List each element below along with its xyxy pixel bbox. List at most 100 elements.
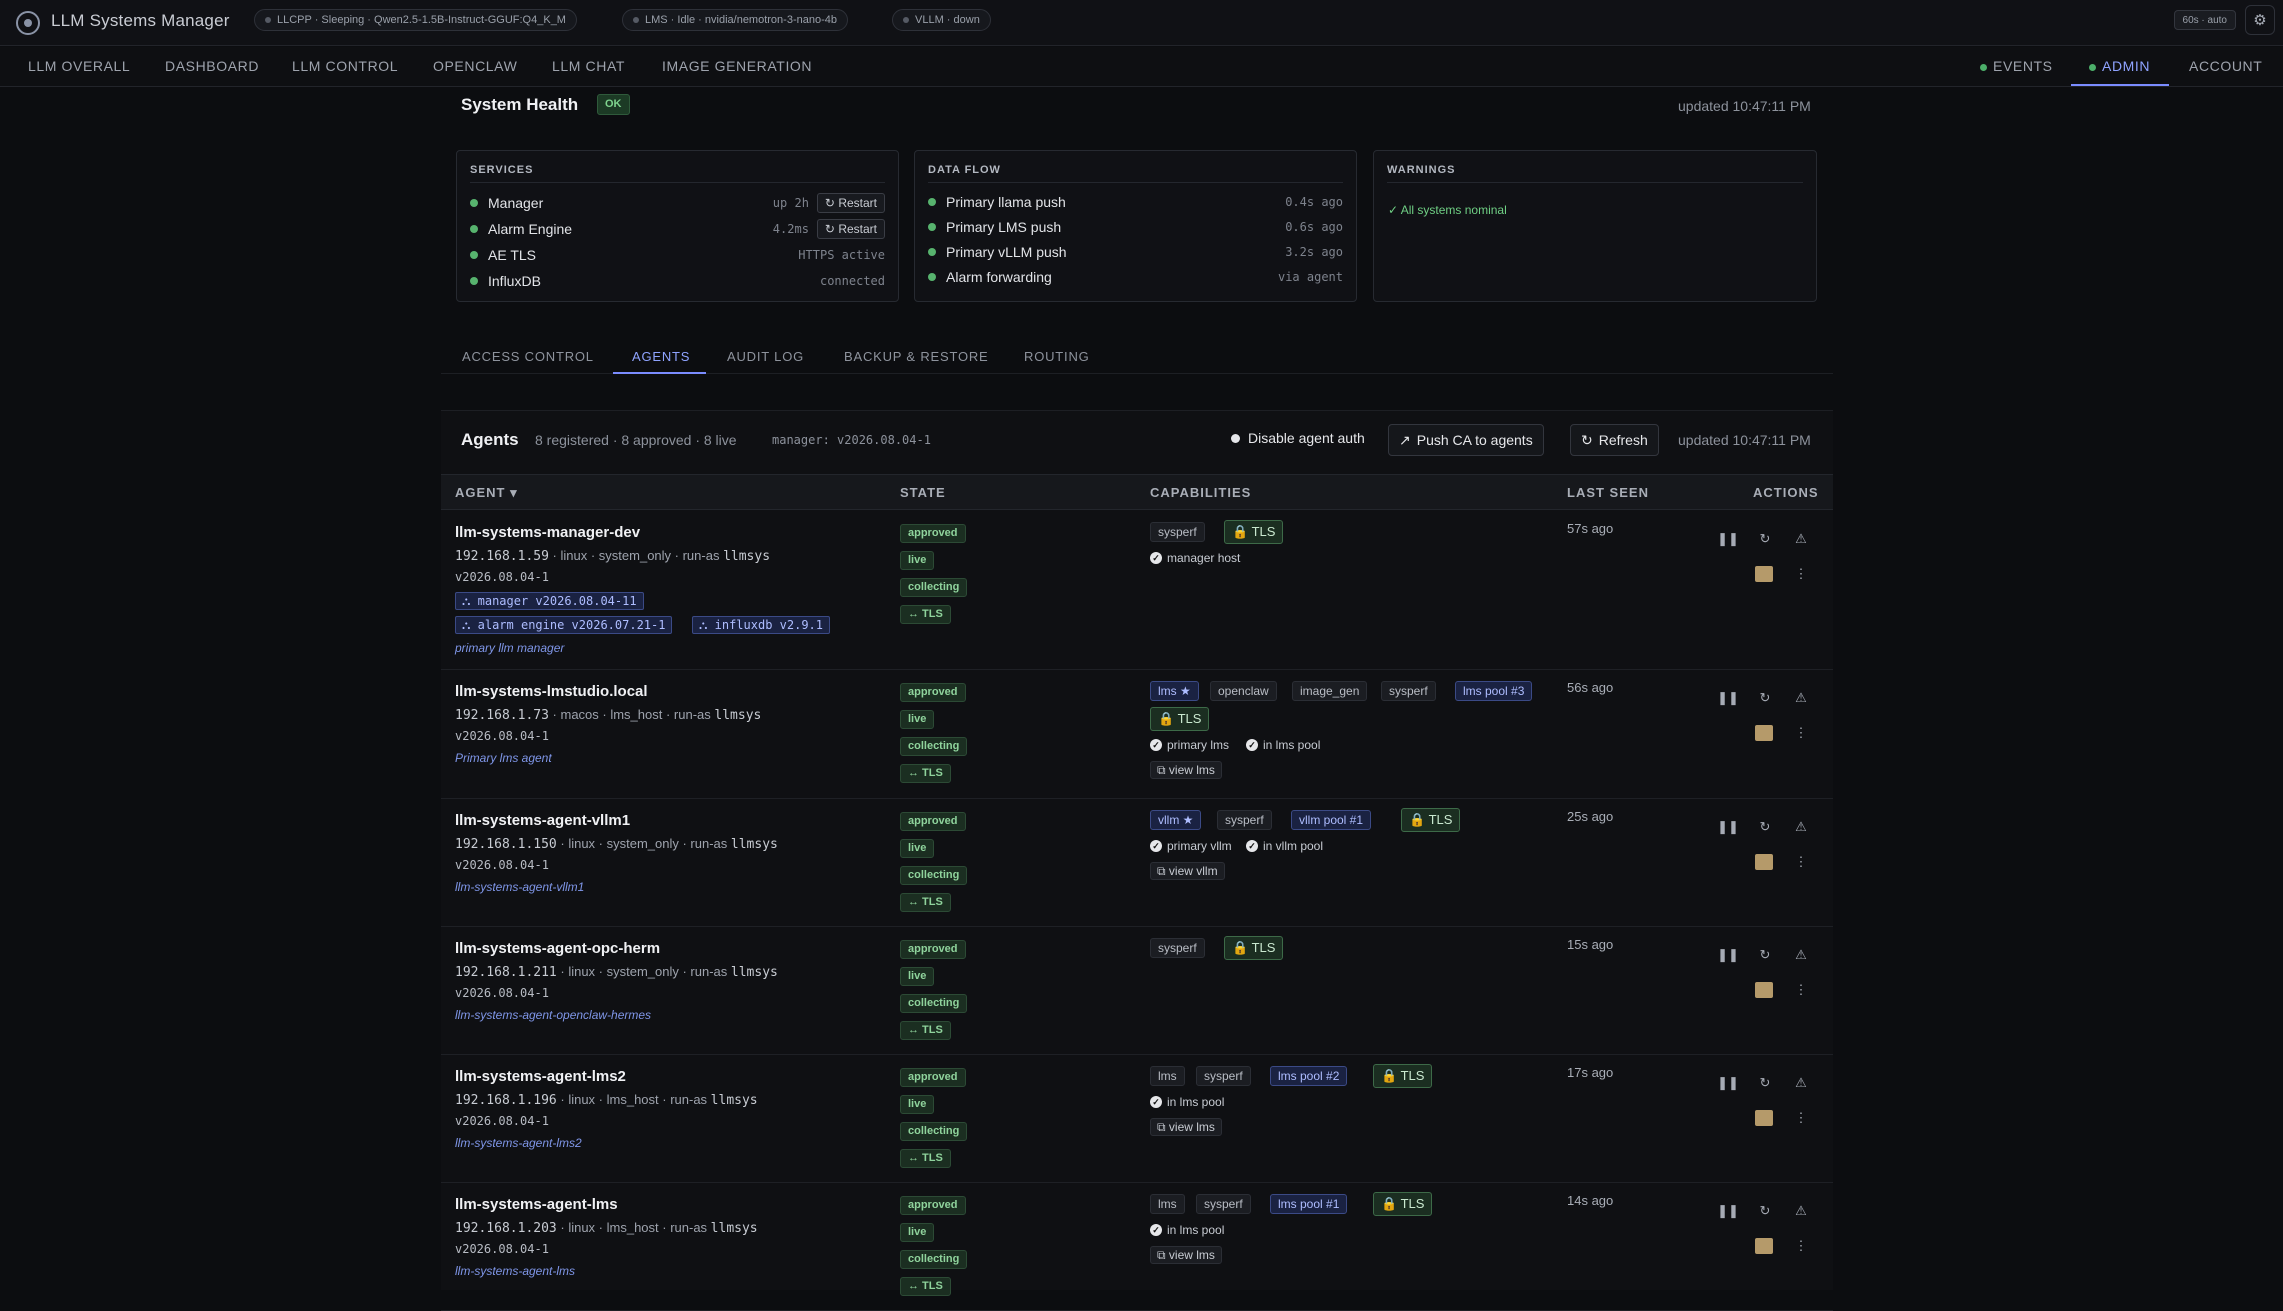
- check-circle-icon: ✓: [1150, 1224, 1162, 1236]
- agent-row[interactable]: llm-systems-agent-lms2 192.168.1.196 · li…: [441, 1055, 1833, 1183]
- flow-value: via agent: [1277, 270, 1343, 284]
- agent-ip: 192.168.1.211: [455, 965, 557, 980]
- more-vertical-icon[interactable]: ⋮: [1790, 979, 1812, 1001]
- agent-ip: 192.168.1.73: [455, 708, 549, 723]
- restart-alarm-engine-button[interactable]: ↻ Restart: [816, 219, 885, 239]
- agent-run-as: llmsys: [714, 708, 762, 723]
- refresh-icon[interactable]: ↻: [1754, 1072, 1776, 1094]
- agent-name[interactable]: llm-systems-agent-opc-herm: [455, 940, 660, 957]
- capability-flag-label: in lms pool: [1167, 1095, 1225, 1109]
- agent-row[interactable]: llm-systems-agent-opc-herm 192.168.1.211 …: [441, 927, 1833, 1055]
- certificate-icon[interactable]: [1755, 854, 1773, 870]
- refresh-icon[interactable]: ↻: [1754, 528, 1776, 550]
- pause-icon[interactable]: ❚❚: [1717, 1072, 1739, 1094]
- warning-icon[interactable]: ⚠: [1790, 1072, 1812, 1094]
- status-dot-icon: [903, 17, 909, 23]
- vllm-status-pill[interactable]: VLLM · down: [892, 9, 991, 31]
- agent-os: linux: [568, 964, 596, 979]
- component-badge: ⛬ alarm engine v2026.07.21-1: [455, 616, 673, 634]
- status-dot-icon: [928, 223, 936, 231]
- pause-icon[interactable]: ❚❚: [1717, 816, 1739, 838]
- settings-gear-icon[interactable]: ⚙: [2245, 5, 2275, 35]
- view-capability-button[interactable]: ⧉ view lms: [1150, 761, 1222, 779]
- push-ca-button[interactable]: ↗ Push CA to agents: [1388, 424, 1544, 456]
- more-vertical-icon[interactable]: ⋮: [1790, 851, 1812, 873]
- agent-os: linux: [568, 1220, 596, 1235]
- tab-audit-log[interactable]: AUDIT LOG: [727, 338, 804, 374]
- lms-status-pill[interactable]: LMS · Idle · nvidia/nemotron-3-nano-4b: [622, 9, 848, 31]
- restart-manager-button[interactable]: ↻ Restart: [816, 193, 885, 213]
- nav-admin[interactable]: ADMIN: [2071, 47, 2169, 86]
- nav-image-generation[interactable]: IMAGE GENERATION: [662, 47, 812, 86]
- pause-icon[interactable]: ❚❚: [1717, 944, 1739, 966]
- nav-llm-control[interactable]: LLM CONTROL: [292, 47, 398, 86]
- pause-icon[interactable]: ❚❚: [1717, 528, 1739, 550]
- warnings-card: WARNINGS ✓ All systems nominal: [1373, 150, 1817, 302]
- disable-agent-auth-toggle[interactable]: Disable agent auth: [1231, 430, 1365, 446]
- status-dot-icon: [265, 17, 271, 23]
- warning-icon[interactable]: ⚠: [1790, 687, 1812, 709]
- agent-name[interactable]: llm-systems-lmstudio.local: [455, 683, 648, 700]
- refresh-icon[interactable]: ↻: [1754, 944, 1776, 966]
- certificate-icon[interactable]: [1755, 1110, 1773, 1126]
- agent-name[interactable]: llm-systems-agent-vllm1: [455, 812, 630, 829]
- certificate-icon[interactable]: [1755, 1238, 1773, 1254]
- refresh-icon[interactable]: ↻: [1754, 816, 1776, 838]
- capability-tag: sysperf: [1217, 810, 1272, 830]
- capability-flag-label: primary vllm: [1167, 839, 1232, 853]
- agent-name[interactable]: llm-systems-agent-lms2: [455, 1068, 626, 1085]
- agent-name[interactable]: llm-systems-manager-dev: [455, 524, 640, 541]
- column-agent-header[interactable]: AGENT ▾: [455, 475, 518, 511]
- nav-account[interactable]: ACCOUNT: [2189, 47, 2262, 86]
- pause-icon[interactable]: ❚❚: [1717, 1200, 1739, 1222]
- warning-icon[interactable]: ⚠: [1790, 816, 1812, 838]
- view-capability-button[interactable]: ⧉ view lms: [1150, 1246, 1222, 1264]
- nav-openclaw[interactable]: OPENCLAW: [433, 47, 517, 86]
- agent-row[interactable]: llm-systems-manager-dev 192.168.1.59 · li…: [441, 511, 1833, 670]
- tab-routing[interactable]: ROUTING: [1024, 338, 1090, 374]
- refresh-agents-button[interactable]: ↻ Refresh: [1570, 424, 1659, 456]
- service-name: InfluxDB: [488, 273, 541, 289]
- agent-row[interactable]: llm-systems-agent-vllm1 192.168.1.150 · l…: [441, 799, 1833, 927]
- agent-row[interactable]: llm-systems-lmstudio.local 192.168.1.73 ·…: [441, 670, 1833, 799]
- agent-name[interactable]: llm-systems-agent-lms: [455, 1196, 618, 1213]
- warning-icon[interactable]: ⚠: [1790, 1200, 1812, 1222]
- view-capability-button[interactable]: ⧉ view vllm: [1150, 862, 1225, 880]
- state-badge: live: [900, 551, 935, 570]
- agent-role: system_only: [606, 964, 679, 979]
- capability-tag: 🔒 TLS: [1373, 1064, 1433, 1088]
- certificate-icon[interactable]: [1755, 982, 1773, 998]
- more-vertical-icon[interactable]: ⋮: [1790, 1235, 1812, 1257]
- certificate-icon[interactable]: [1755, 566, 1773, 582]
- state-badge: ↔ TLS: [900, 764, 951, 783]
- pause-icon[interactable]: ❚❚: [1717, 687, 1739, 709]
- more-vertical-icon[interactable]: ⋮: [1790, 1107, 1812, 1129]
- llcpp-status-text: LLCPP · Sleeping · Qwen2.5-1.5B-Instruct…: [277, 14, 566, 26]
- warning-icon[interactable]: ⚠: [1790, 528, 1812, 550]
- nav-dashboard[interactable]: DASHBOARD: [165, 47, 259, 86]
- nav-events[interactable]: EVENTS: [1980, 47, 2053, 86]
- refresh-icon[interactable]: ↻: [1754, 687, 1776, 709]
- tab-access-control[interactable]: ACCESS CONTROL: [462, 338, 594, 374]
- more-vertical-icon[interactable]: ⋮: [1790, 722, 1812, 744]
- restart-label: Restart: [838, 196, 877, 210]
- agent-row[interactable]: llm-systems-agent-lms 192.168.1.203 · lin…: [441, 1183, 1833, 1311]
- certificate-icon[interactable]: [1755, 725, 1773, 741]
- view-capability-button[interactable]: ⧉ view lms: [1150, 1118, 1222, 1136]
- nav-llm-chat[interactable]: LLM CHAT: [552, 47, 625, 86]
- state-badge: live: [900, 710, 935, 729]
- tab-agents[interactable]: AGENTS: [613, 338, 706, 374]
- agent-run-as: llmsys: [723, 549, 771, 564]
- more-vertical-icon[interactable]: ⋮: [1790, 563, 1812, 585]
- warning-icon[interactable]: ⚠: [1790, 944, 1812, 966]
- tab-backup-restore[interactable]: BACKUP & RESTORE: [844, 338, 989, 374]
- refresh-interval-pill[interactable]: 60s · auto: [2173, 10, 2236, 30]
- llcpp-status-pill[interactable]: LLCPP · Sleeping · Qwen2.5-1.5B-Instruct…: [254, 9, 577, 31]
- agent-os: linux: [568, 836, 596, 851]
- push-ca-label: Push CA to agents: [1416, 432, 1533, 448]
- nav-admin-label: ADMIN: [2102, 58, 2151, 74]
- flow-value: 0.6s ago: [1285, 220, 1343, 234]
- nav-llm-overall[interactable]: LLM OVERALL: [28, 47, 130, 86]
- capability-tag: lms pool #2: [1270, 1066, 1348, 1086]
- refresh-icon[interactable]: ↻: [1754, 1200, 1776, 1222]
